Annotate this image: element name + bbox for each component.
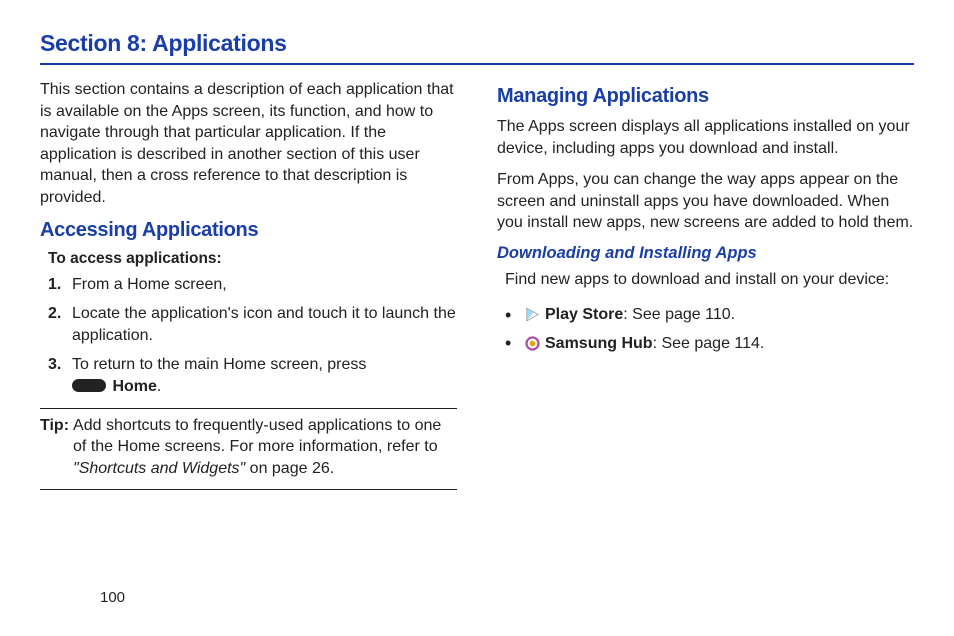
- step-item: 3. To return to the main Home screen, pr…: [48, 354, 457, 397]
- samsung-hub-name: Samsung Hub: [545, 335, 653, 352]
- samsung-hub-icon: [523, 335, 541, 353]
- tip-divider-bottom: [40, 489, 457, 490]
- heading-downloading: Downloading and Installing Apps: [497, 244, 914, 263]
- step-text: Locate the application's icon and touch …: [72, 303, 457, 346]
- step-text-pre: To return to the main Home screen, press: [72, 356, 366, 373]
- tip-body: Add shortcuts to frequently-used applica…: [73, 415, 457, 480]
- step-text-post: .: [157, 378, 161, 395]
- step-number: 3.: [48, 354, 72, 397]
- step-number: 2.: [48, 303, 72, 346]
- heading-managing: Managing Applications: [497, 85, 914, 108]
- tip-block: Tip: Add shortcuts to frequently-used ap…: [40, 415, 457, 480]
- step-item: 1. From a Home screen,: [48, 274, 457, 296]
- divider-main: [40, 63, 914, 65]
- step-number: 1.: [48, 274, 72, 296]
- list-item: • Samsung Hub: See page 114.: [505, 329, 914, 358]
- play-store-name: Play Store: [545, 306, 623, 323]
- intro-text: This section contains a description of e…: [40, 79, 457, 209]
- step-item: 2. Locate the application's icon and tou…: [48, 303, 457, 346]
- play-store-ref: : See page 110.: [623, 306, 735, 323]
- list-item: • Play Store: See page 110.: [505, 301, 914, 330]
- play-store-icon: [523, 306, 541, 324]
- tip-post: on page 26.: [245, 460, 334, 477]
- app-sources-list: • Play Store: See page 110. • Samsung Hu…: [505, 301, 914, 359]
- tip-label: Tip:: [40, 415, 69, 480]
- tip-ref: "Shortcuts and Widgets": [73, 460, 245, 477]
- tip-pre: Add shortcuts to frequently-used applica…: [73, 417, 441, 456]
- samsung-hub-ref: : See page 114.: [653, 335, 765, 352]
- bullet-dot: •: [505, 301, 523, 330]
- steps-list: 1. From a Home screen, 2. Locate the app…: [48, 274, 457, 398]
- step-text: From a Home screen,: [72, 274, 457, 296]
- tip-divider-top: [40, 408, 457, 409]
- page-number: 100: [100, 589, 125, 606]
- home-key-icon: [72, 379, 106, 392]
- step-text: To return to the main Home screen, press…: [72, 354, 457, 397]
- content-columns: This section contains a description of e…: [40, 79, 914, 496]
- managing-p2: From Apps, you can change the way apps a…: [497, 169, 914, 234]
- heading-accessing: Accessing Applications: [40, 219, 457, 242]
- right-column: Managing Applications The Apps screen di…: [497, 79, 914, 496]
- section-title: Section 8: Applications: [40, 30, 914, 57]
- bullet-dot: •: [505, 329, 523, 358]
- downloading-intro: Find new apps to download and install on…: [505, 269, 914, 291]
- managing-p1: The Apps screen displays all application…: [497, 116, 914, 159]
- home-label: Home: [112, 378, 156, 395]
- to-access-label: To access applications:: [48, 250, 457, 268]
- left-column: This section contains a description of e…: [40, 79, 457, 496]
